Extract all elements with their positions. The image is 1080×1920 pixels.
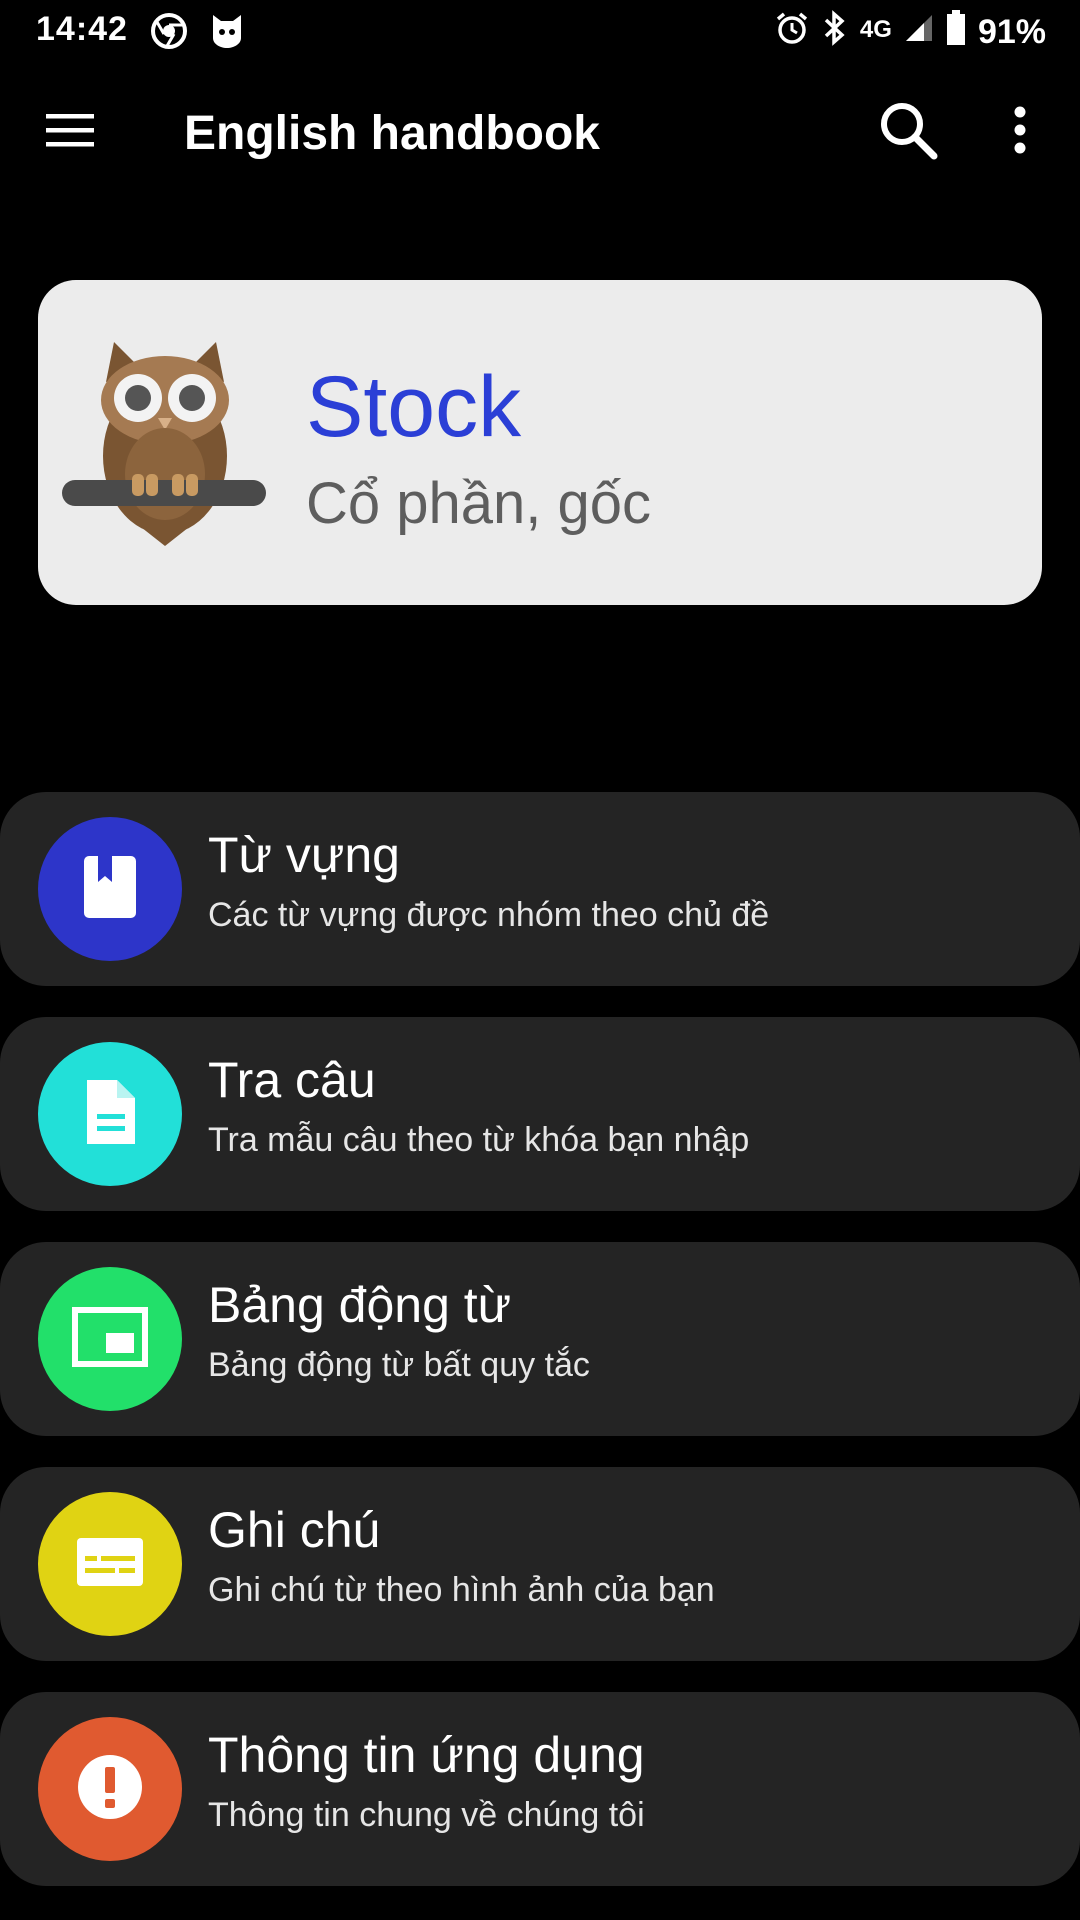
word-card[interactable]: Stock Cổ phần, gốc [38, 280, 1042, 605]
battery-icon [946, 10, 966, 55]
chrome-icon [150, 12, 188, 55]
more-vert-icon [1013, 106, 1027, 159]
sentence-lookup-icon-circle [38, 1042, 182, 1186]
bluetooth-icon [822, 10, 848, 55]
network-type-label: 4G [859, 15, 892, 43]
menu-button[interactable] [32, 102, 108, 162]
menu-item-subtitle: Các từ vựng được nhóm theo chủ đề [208, 896, 770, 934]
menu-item-subtitle: Tra mẫu câu theo từ khóa bạn nhập [208, 1121, 750, 1159]
menu-item-verb-table[interactable]: Bảng động từ Bảng động từ bất quy tắc [0, 1242, 1080, 1436]
alarm-icon [774, 10, 810, 55]
subtitles-icon [75, 1536, 145, 1593]
search-button[interactable] [868, 92, 948, 172]
book-icon [82, 854, 138, 925]
vocabulary-icon-circle [38, 817, 182, 961]
verb-table-icon-circle [38, 1267, 182, 1411]
status-notification-icons [150, 12, 244, 55]
menu-item-title: Từ vựng [208, 827, 400, 883]
menu-item-title: Bảng động từ [208, 1277, 512, 1333]
menu-item-subtitle: Bảng động từ bất quy tắc [208, 1346, 590, 1384]
menu-item-sentence-lookup[interactable]: Tra câu Tra mẫu câu theo từ khóa bạn nhậ… [0, 1017, 1080, 1211]
battery-percent: 91% [977, 13, 1046, 51]
app-notification-icon [210, 12, 244, 55]
menu-icon [44, 112, 96, 153]
status-system-icons: 4G 91% [774, 10, 1046, 55]
menu-item-title: Ghi chú [208, 1502, 381, 1558]
menu-item-notes[interactable]: Ghi chú Ghi chú từ theo hình ảnh của bạn [0, 1467, 1080, 1661]
more-options-button[interactable] [990, 92, 1050, 172]
menu-item-title: Thông tin ứng dụng [208, 1727, 645, 1783]
status-bar: 14:42 4G 91% [0, 0, 1080, 64]
menu-item-vocabulary[interactable]: Từ vựng Các từ vựng được nhóm theo chủ đ… [0, 792, 1080, 986]
status-time: 14:42 [36, 10, 128, 48]
menu-item-app-info[interactable]: Thông tin ứng dụng Thông tin chung về ch… [0, 1692, 1080, 1886]
owl-illustration-icon [62, 336, 272, 546]
signal-icon [904, 13, 934, 52]
menu-item-subtitle: Thông tin chung về chúng tôi [208, 1796, 645, 1834]
app-bar: English handbook [0, 64, 1080, 204]
app-title: English handbook [184, 107, 600, 160]
search-icon [876, 98, 940, 167]
menu-item-title: Tra câu [208, 1052, 376, 1108]
app-info-icon-circle [38, 1717, 182, 1861]
word-text: Stock [306, 359, 522, 455]
notes-icon-circle [38, 1492, 182, 1636]
document-icon [83, 1078, 137, 1151]
info-alert-icon [76, 1753, 144, 1826]
picture-in-picture-icon [72, 1306, 148, 1372]
menu-item-subtitle: Ghi chú từ theo hình ảnh của bạn [208, 1571, 715, 1609]
word-meaning: Cổ phần, gốc [306, 471, 652, 536]
